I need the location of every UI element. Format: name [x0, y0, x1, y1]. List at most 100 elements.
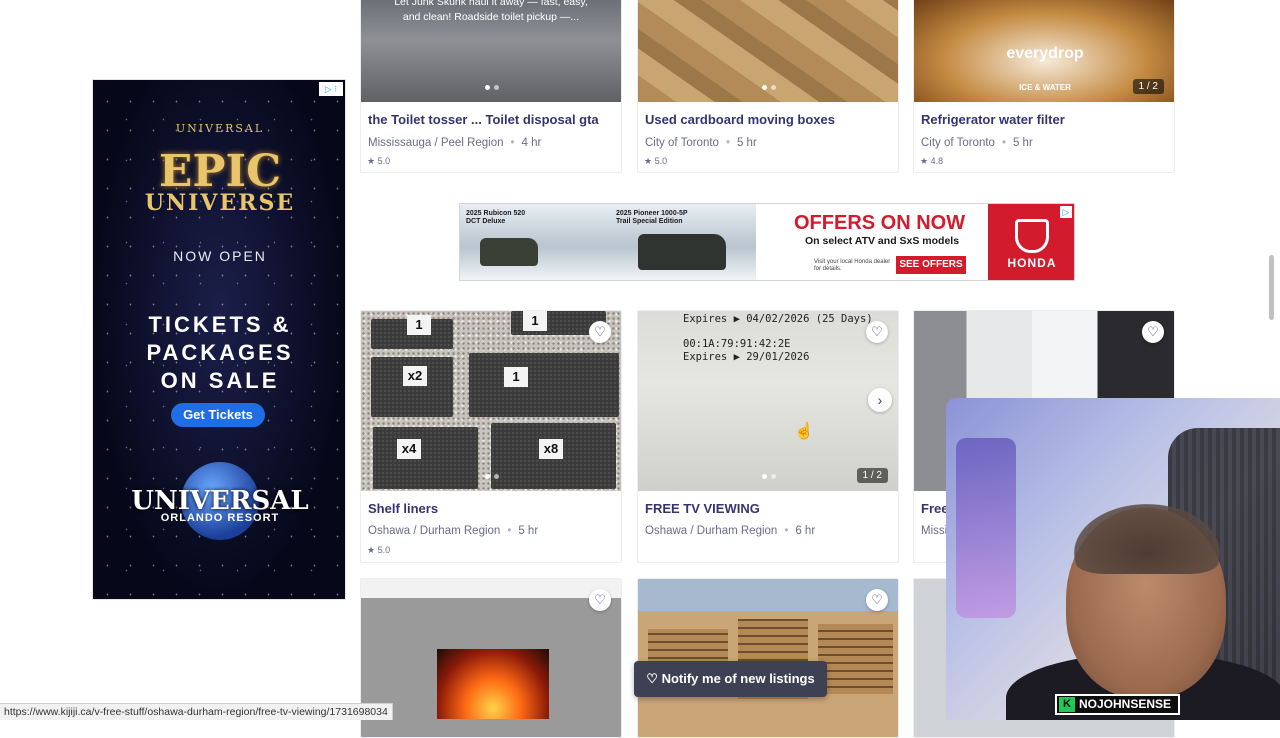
- carousel-dots: [485, 474, 499, 479]
- honda-wordmark: HONDA: [1007, 256, 1057, 270]
- ad-tickets-line3: ON SALE: [160, 368, 280, 393]
- liner-label: 1: [504, 367, 528, 387]
- listing-image[interactable]: [638, 0, 898, 102]
- listing-title[interactable]: Used cardboard moving boxes: [645, 112, 835, 127]
- atv-image: [480, 238, 538, 266]
- listing-title[interactable]: Free: [921, 501, 948, 516]
- listing-location: Missi: [921, 525, 948, 537]
- favorite-heart-icon[interactable]: ♡: [589, 321, 611, 343]
- banner-atv-photos: 2025 Rubicon 520 DCT Deluxe 2025 Pioneer…: [460, 204, 756, 280]
- get-tickets-button[interactable]: Get Tickets: [171, 403, 265, 427]
- tv-screen-line-3: Expires ▶ 29/01/2026: [683, 351, 810, 363]
- heart-icon: ♡: [646, 671, 658, 686]
- skyscraper-ad[interactable]: ▷ ⁝ UNIVERSAL EPIC UNIVERSE NOW OPEN TIC…: [92, 79, 346, 600]
- listing-image[interactable]: [361, 579, 621, 737]
- listing-card-filter[interactable]: everydrop ICE & WATER 1 / 2 Refrigerator…: [913, 0, 1175, 173]
- listing-card-boxes[interactable]: Used cardboard moving boxes City of Toro…: [637, 0, 899, 173]
- listing-meta: Oshawa / Durham Region • 5 hr: [368, 525, 539, 537]
- tv-screen-line-1: Expires ▶ 04/02/2026 (25 Days): [683, 313, 873, 325]
- ad-universal-small: UNIVERSAL: [175, 122, 265, 135]
- listing-rating: ★ 4.8: [920, 156, 944, 166]
- listing-image[interactable]: everydrop ICE & WATER 1 / 2: [914, 0, 1174, 102]
- ad-resort-subtitle: ORLANDO RESORT: [160, 512, 280, 524]
- favorite-heart-icon[interactable]: ♡: [866, 589, 888, 611]
- listing-card-free-tv[interactable]: Expires ▶ 04/02/2026 (25 Days) 00:1A:79:…: [637, 310, 899, 563]
- listing-title[interactable]: the Toilet tosser ... Toilet disposal gt…: [368, 112, 599, 127]
- ad-tickets-line2: PACKAGES: [146, 340, 294, 365]
- listing-title[interactable]: FREE TV VIEWING: [645, 501, 760, 516]
- favorite-heart-icon[interactable]: ♡: [1142, 321, 1164, 343]
- liner-label: x2: [403, 366, 427, 386]
- browser-status-url: https://www.kijiji.ca/v-free-stuff/oshaw…: [0, 703, 393, 720]
- honda-banner-ad[interactable]: 2025 Rubicon 520 DCT Deluxe 2025 Pioneer…: [459, 203, 1075, 281]
- listing-time: 4 hr: [521, 137, 542, 149]
- fireplace-flame-image: [437, 649, 549, 719]
- listing-meta: City of Toronto • 5 hr: [921, 137, 1033, 149]
- product-brand-text: everydrop: [1006, 45, 1084, 62]
- banner-headline: OFFERS ON NOW: [794, 212, 966, 234]
- hand-cursor-icon: ☝: [794, 423, 814, 440]
- kick-logo-icon: K: [1059, 697, 1075, 712]
- listing-image[interactable]: 1 1 x2 1 x4 x8: [361, 311, 621, 491]
- listing-time: 5 hr: [736, 137, 757, 149]
- listing-location: City of Toronto: [921, 137, 995, 149]
- liner-label: 1: [523, 311, 547, 331]
- carousel-dots: [485, 85, 499, 90]
- listing-image[interactable]: [638, 579, 898, 737]
- listing-title[interactable]: Shelf liners: [368, 501, 438, 516]
- carousel-dots: [762, 85, 776, 90]
- carousel-dots: [762, 474, 776, 479]
- see-offers-button[interactable]: SEE OFFERS: [896, 256, 966, 274]
- tv-screen-line-2: 00:1A:79:91:42:2E: [683, 338, 791, 350]
- ad-tickets-line1: TICKETS &: [148, 312, 292, 337]
- notify-new-listings-button[interactable]: ♡ Notify me of new listings: [634, 661, 827, 697]
- ad-now-open: NOW OPEN: [173, 248, 267, 264]
- listing-meta: Oshawa / Durham Region • 6 hr: [645, 525, 816, 537]
- star-icon: ★: [367, 545, 376, 555]
- ad-universe-title: UNIVERSE: [144, 190, 296, 216]
- listing-meta: City of Toronto • 5 hr: [645, 137, 757, 149]
- favorite-heart-icon[interactable]: ♡: [589, 589, 611, 611]
- adchoices-icon[interactable]: ▷: [1060, 206, 1072, 218]
- listing-location: City of Toronto: [645, 137, 719, 149]
- liner-label: x4: [397, 439, 421, 459]
- listing-meta: Mississauga / Peel Region • 4 hr: [368, 137, 542, 149]
- listing-card-toilet[interactable]: Let Junk Skunk haul it away — fast, easy…: [360, 0, 622, 173]
- person-hair: [1074, 504, 1220, 574]
- honda-wing-icon: [1015, 219, 1049, 253]
- favorite-heart-icon[interactable]: ♡: [866, 321, 888, 343]
- star-icon: ★: [367, 156, 376, 166]
- sxs-image: [638, 234, 726, 270]
- listing-image[interactable]: Expires ▶ 04/02/2026 (25 Days) 00:1A:79:…: [638, 311, 898, 491]
- listing-title[interactable]: Refrigerator water filter: [921, 112, 1065, 127]
- banner-visit-text: Visit your local Honda dealer for detail…: [814, 259, 891, 272]
- listing-rating: ★ 5.0: [367, 545, 391, 555]
- streamer-name-tag: K NOJOHNSENSE: [1055, 694, 1180, 715]
- listing-image[interactable]: Let Junk Skunk haul it away — fast, easy…: [361, 0, 621, 102]
- background-light: [956, 438, 1016, 618]
- listing-card-fireplace[interactable]: ♡: [360, 578, 622, 738]
- listing-card-shelf-liners[interactable]: 1 1 x2 1 x4 x8 ♡ Shelf liners Oshawa / D…: [360, 310, 622, 563]
- ad-tickets-text: TICKETS & PACKAGES ON SALE: [93, 311, 345, 395]
- star-icon: ★: [920, 156, 929, 166]
- listing-location: Oshawa / Durham Region: [368, 525, 501, 537]
- image-counter: 1 / 2: [1132, 79, 1164, 94]
- image-counter: 1 / 2: [856, 468, 888, 483]
- liner-label: 1: [407, 315, 431, 335]
- listing-rating: ★ 5.0: [367, 156, 391, 166]
- listing-location: Oshawa / Durham Region: [645, 525, 778, 537]
- banner-caption-1: 2025 Rubicon 520 DCT Deluxe: [466, 210, 526, 225]
- streamer-name: NOJOHNSENSE: [1079, 697, 1172, 711]
- listing-time: 5 hr: [1012, 137, 1033, 149]
- page-scrollbar[interactable]: [1269, 255, 1274, 320]
- webcam-overlay: [946, 398, 1280, 720]
- listing-time: 5 hr: [518, 525, 539, 537]
- banner-subline: On select ATV and SxS models: [805, 235, 960, 247]
- banner-caption-2: 2025 Pioneer 1000-5P Trail Special Editi…: [616, 210, 688, 225]
- listing-location: Mississauga / Peel Region: [368, 137, 504, 149]
- listing-card-pallets[interactable]: ♡: [637, 578, 899, 738]
- adchoices-icon[interactable]: ▷ ⁝: [319, 82, 343, 96]
- listing-rating: ★ 5.0: [644, 156, 668, 166]
- notify-label: Notify me of new listings: [661, 671, 815, 686]
- carousel-next-icon[interactable]: ›: [868, 388, 892, 412]
